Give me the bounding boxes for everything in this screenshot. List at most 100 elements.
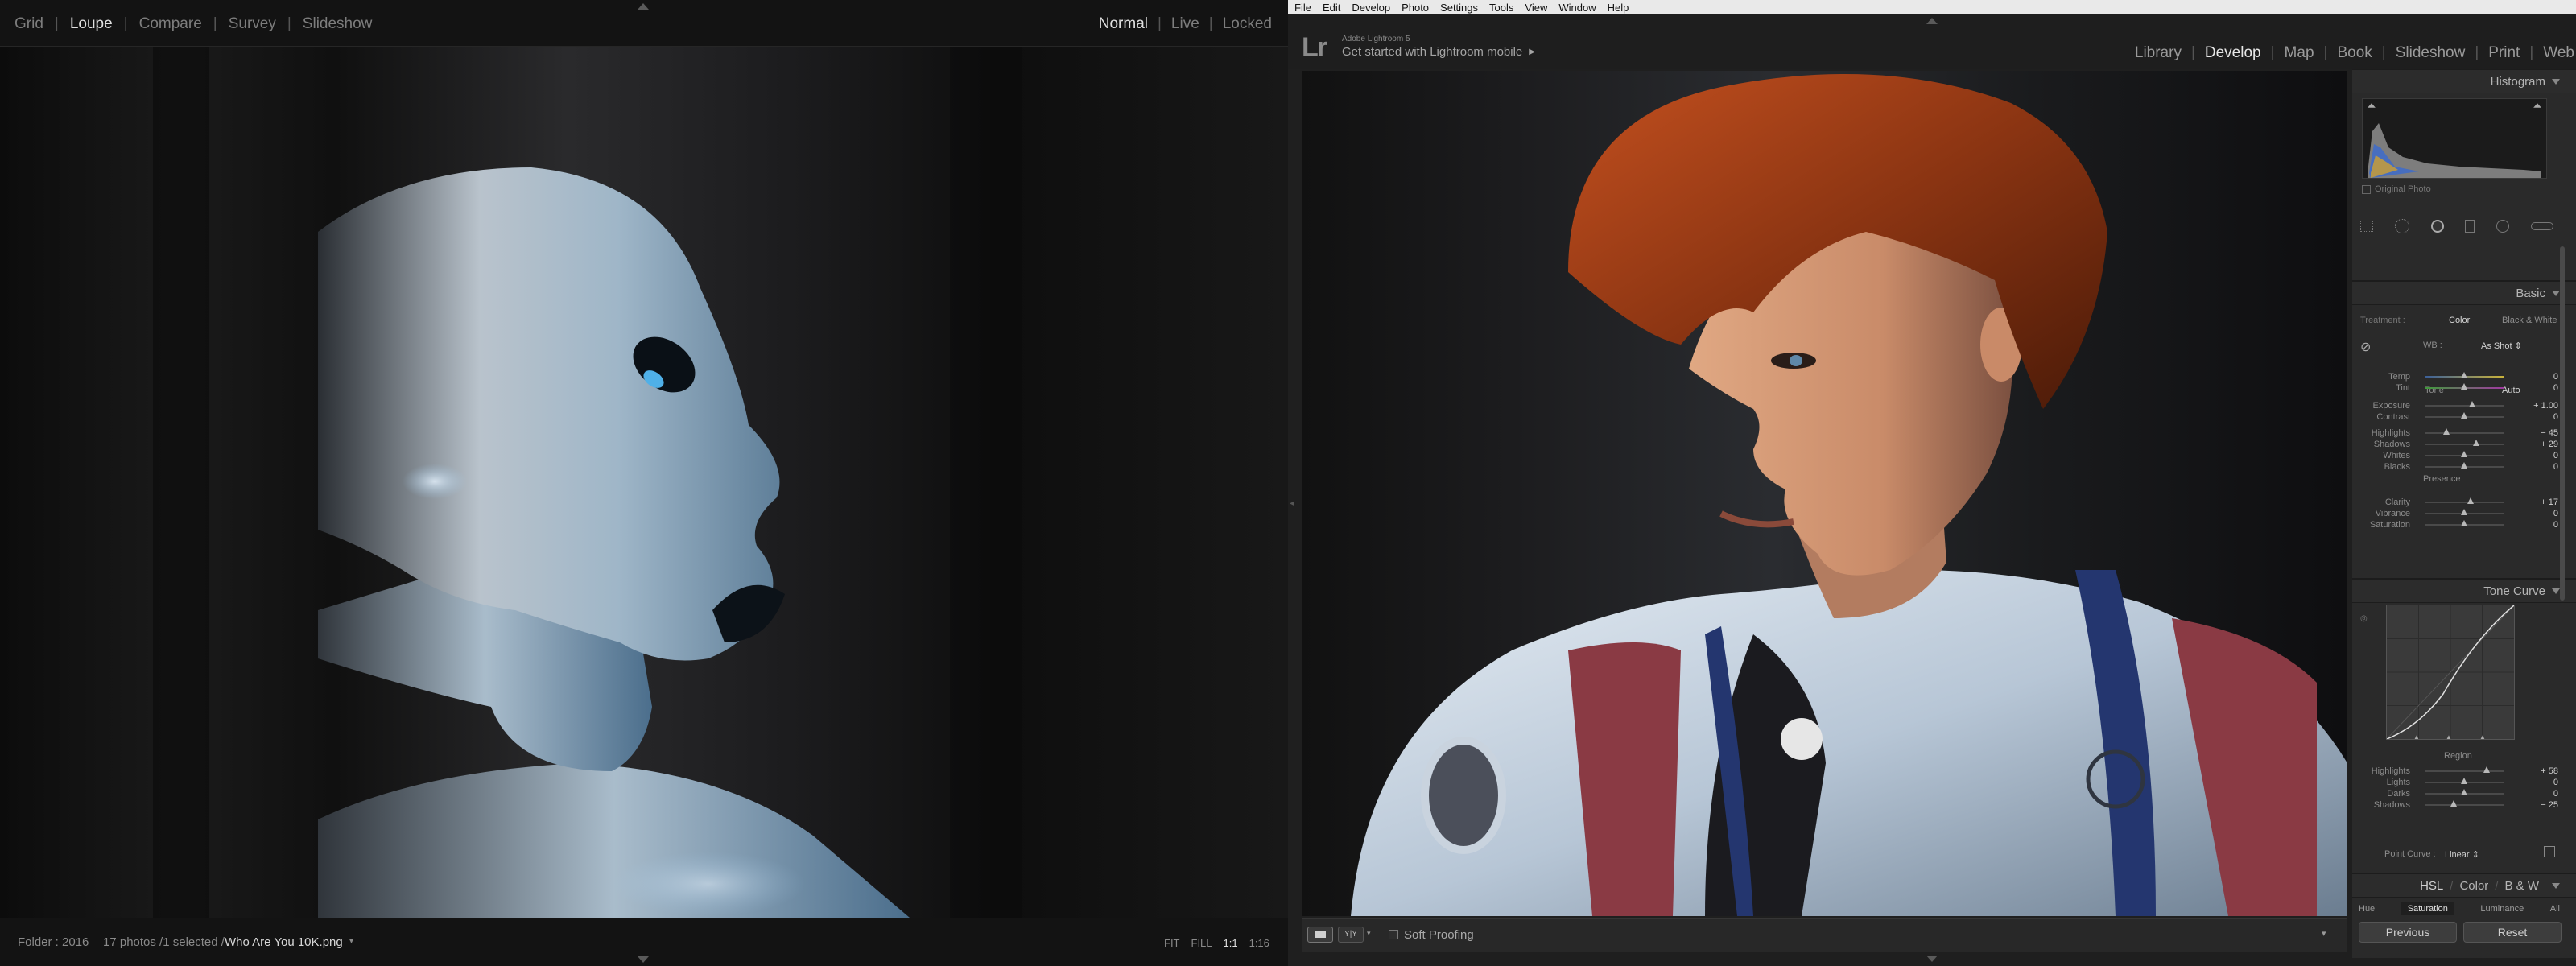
slider-contrast[interactable]: Contrast 0 — [2352, 410, 2570, 424]
original-photo-checkbox[interactable] — [2362, 185, 2371, 194]
slider-thumb[interactable] — [2443, 428, 2450, 435]
menu-tools[interactable]: Tools — [1489, 2, 1513, 14]
slider-value[interactable]: 0 — [2553, 412, 2558, 422]
slider-thumb[interactable] — [2467, 497, 2474, 504]
slider-thumb[interactable] — [2450, 800, 2458, 807]
slider-value[interactable]: − 25 — [2541, 800, 2558, 810]
hsl-subtab-all[interactable]: All — [2550, 904, 2560, 914]
slider-thumb[interactable] — [2461, 372, 2467, 378]
slider-track[interactable] — [2425, 432, 2504, 434]
filename[interactable]: Who Are You 10K.png — [225, 935, 343, 949]
slider-thumb[interactable] — [2461, 520, 2467, 526]
graduated-filter-icon[interactable] — [2465, 220, 2475, 233]
loupe-view-icon[interactable] — [1307, 927, 1333, 943]
module-slideshow[interactable]: Slideshow — [2396, 44, 2466, 62]
slider-thumb[interactable] — [2461, 789, 2467, 795]
basic-sliders: Temp 0 Tint 0 Exposure + 1.00 Contrast 0 Highlig… — [2352, 281, 2576, 579]
collapse-filmstrip-icon[interactable] — [1926, 956, 1938, 962]
module-map[interactable]: Map — [2285, 44, 2314, 62]
menu-file[interactable]: File — [1294, 2, 1311, 14]
slider-value[interactable]: 0 — [2553, 520, 2558, 530]
slider-value[interactable]: 0 — [2553, 462, 2558, 472]
mobile-promo[interactable]: Get started with Lightroom mobile ▶ — [1342, 45, 1535, 59]
menu-window[interactable]: Window — [1558, 2, 1596, 14]
histogram-chart[interactable] — [2362, 98, 2547, 179]
mode-normal[interactable]: Normal — [1099, 15, 1148, 33]
hsl-subtab-saturation[interactable]: Saturation — [2401, 902, 2454, 915]
filename-dropdown-icon[interactable]: ▾ — [349, 935, 354, 949]
module-library[interactable]: Library — [2135, 44, 2182, 62]
slider-blacks[interactable]: Blacks 0 — [2352, 460, 2570, 474]
hsl-subtab-luminance[interactable]: Luminance — [2480, 904, 2524, 914]
radial-filter-icon[interactable] — [2496, 220, 2510, 233]
hsl-subtab-hue[interactable]: Hue — [2359, 904, 2375, 914]
reset-button[interactable]: Reset — [2463, 922, 2562, 943]
zoom-1-1[interactable]: 1:1 — [1224, 937, 1238, 949]
nav-survey[interactable]: Survey — [229, 15, 276, 33]
slider-thumb[interactable] — [2461, 412, 2467, 419]
collapse-top-panel-icon[interactable] — [1926, 18, 1938, 24]
hsl-header[interactable]: HSL / Color / B & W — [2352, 873, 2576, 898]
module-book[interactable]: Book — [2337, 44, 2372, 62]
slider-shadows[interactable]: Shadows − 25 — [2352, 798, 2570, 812]
nav-compare[interactable]: Compare — [139, 15, 202, 33]
adjustment-brush-icon[interactable] — [2530, 222, 2553, 230]
loupe-image-alien[interactable] — [0, 47, 1288, 918]
before-after-dropdown-icon[interactable]: ▾ — [1367, 929, 1371, 938]
zoom-1-16[interactable]: 1:16 — [1249, 937, 1269, 949]
menu-edit[interactable]: Edit — [1323, 2, 1340, 14]
module-develop[interactable]: Develop — [2205, 44, 2261, 62]
hsl-tab-color[interactable]: Color — [2459, 879, 2488, 893]
slider-thumb[interactable] — [2461, 462, 2467, 469]
zoom-fill[interactable]: FILL — [1191, 937, 1212, 949]
module-web[interactable]: Web — [2543, 44, 2576, 62]
soft-proofing-checkbox[interactable] — [1389, 930, 1398, 939]
left-panel-toggle-icon[interactable]: ◂ — [1290, 499, 1294, 508]
redeye-icon[interactable] — [2430, 220, 2444, 233]
point-curve-select[interactable]: Linear ⇕ — [2445, 849, 2479, 860]
slider-track[interactable] — [2425, 804, 2504, 806]
collapse-top-icon[interactable] — [638, 3, 649, 10]
slider-thumb[interactable] — [2461, 383, 2467, 390]
histogram-header[interactable]: Histogram — [2352, 69, 2576, 93]
slider-thumb[interactable] — [2483, 766, 2491, 773]
slider-track[interactable] — [2425, 405, 2504, 407]
slider-thumb[interactable] — [2468, 401, 2475, 407]
menu-photo[interactable]: Photo — [1402, 2, 1429, 14]
nav-grid[interactable]: Grid — [14, 15, 43, 33]
slider-track[interactable] — [2425, 770, 2504, 772]
hsl-tab-hsl[interactable]: HSL — [2420, 879, 2443, 893]
before-after-icon[interactable]: Y|Y — [1338, 927, 1364, 943]
slider-thumb[interactable] — [2461, 778, 2467, 784]
menu-help[interactable]: Help — [1608, 2, 1629, 14]
develop-image-woman[interactable] — [1302, 71, 2347, 916]
menu-settings[interactable]: Settings — [1440, 2, 1478, 14]
slider-thumb[interactable] — [2461, 509, 2467, 515]
toolbar-options-icon[interactable]: ▾ — [2322, 928, 2326, 939]
highlight-clipping-icon[interactable] — [2533, 103, 2541, 108]
mode-locked[interactable]: Locked — [1223, 15, 1272, 33]
previous-button[interactable]: Previous — [2359, 922, 2457, 943]
slider-tint[interactable]: Tint 0 — [2352, 381, 2570, 395]
slider-thumb[interactable] — [2472, 440, 2479, 446]
hsl-tab-bw[interactable]: B & W — [2504, 879, 2539, 893]
spot-removal-icon[interactable] — [2394, 219, 2409, 233]
nav-loupe[interactable]: Loupe — [70, 15, 113, 33]
crop-tool-icon[interactable] — [2360, 221, 2373, 232]
shadow-clipping-icon[interactable] — [2368, 103, 2376, 108]
menu-view[interactable]: View — [1525, 2, 1547, 14]
slider-track[interactable] — [2425, 502, 2504, 503]
module-print[interactable]: Print — [2488, 44, 2520, 62]
nav-slideshow[interactable]: Slideshow — [303, 15, 373, 33]
edit-point-curve-icon[interactable] — [2544, 846, 2555, 857]
slider-track[interactable] — [2425, 444, 2504, 445]
zoom-fit[interactable]: FIT — [1164, 937, 1180, 949]
slider-saturation[interactable]: Saturation 0 — [2352, 518, 2570, 532]
slider-thumb[interactable] — [2461, 451, 2467, 457]
menu-develop[interactable]: Develop — [1352, 2, 1390, 14]
tone-curve-sliders: Highlights + 58 Lights 0 Darks 0 Shadows − 25 — [2352, 579, 2576, 873]
panel-scrollbar[interactable] — [2560, 246, 2565, 601]
mode-live[interactable]: Live — [1171, 15, 1199, 33]
collapse-bottom-icon[interactable] — [638, 956, 649, 963]
slider-value[interactable]: 0 — [2553, 383, 2558, 393]
